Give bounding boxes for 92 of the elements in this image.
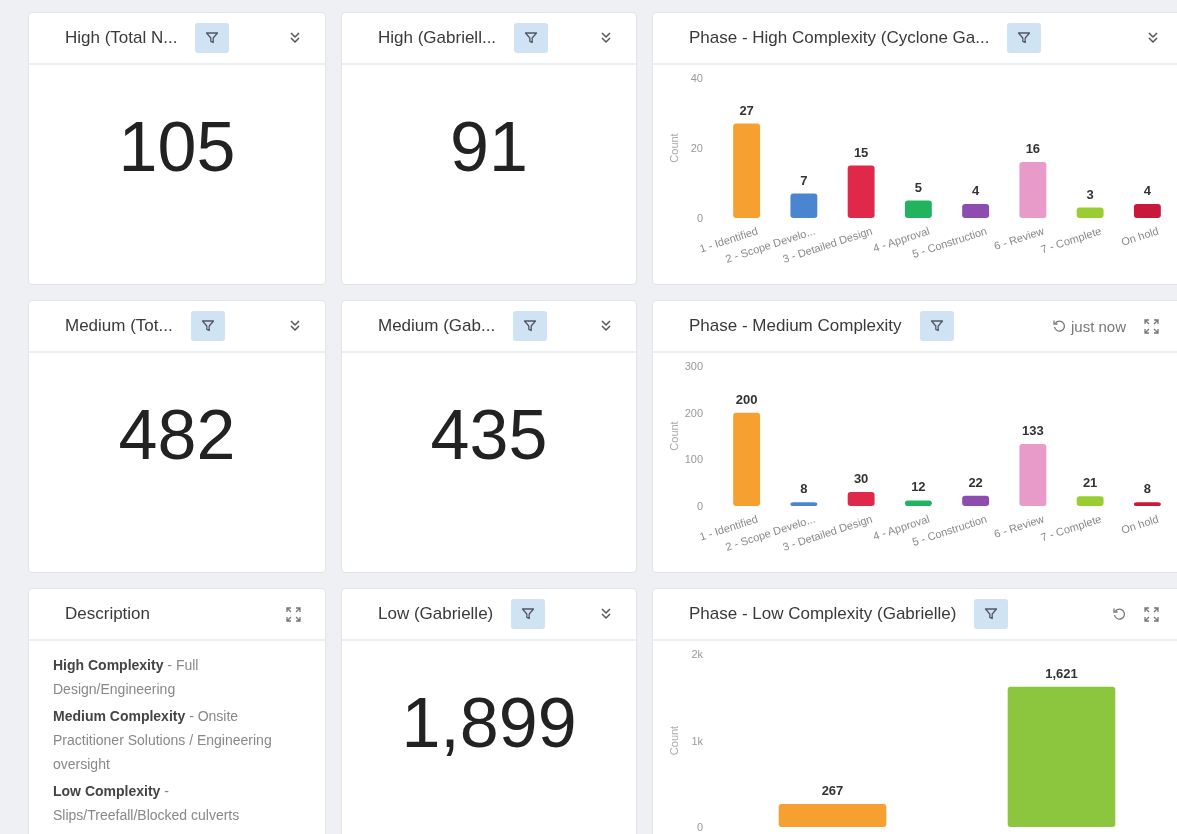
expand-icon	[1144, 606, 1159, 622]
filter-icon	[523, 319, 538, 333]
tile-title: Phase - Medium Complexity	[689, 316, 902, 336]
tile-title: Medium (Gab...	[378, 316, 496, 336]
data-label: 133	[1022, 422, 1044, 438]
tick-label: 0	[696, 500, 703, 512]
bar[interactable]	[790, 193, 818, 218]
data-label: 30	[853, 471, 869, 486]
data-label: 267	[821, 782, 844, 798]
data-label: 16	[1025, 141, 1041, 156]
filter-icon	[524, 31, 539, 45]
data-label: 8	[800, 481, 808, 497]
filter-icon	[200, 319, 215, 333]
bar[interactable]	[962, 204, 990, 218]
filter-button[interactable]	[974, 599, 1009, 629]
data-label: 5	[914, 179, 922, 195]
data-label: 4	[972, 183, 980, 198]
tile-title: Phase - High Complexity (Cyclone Ga...	[689, 28, 990, 48]
tick-label: 1k	[691, 734, 703, 747]
expand-icon	[286, 606, 301, 622]
filter-icon	[521, 607, 536, 621]
bar[interactable]	[962, 495, 990, 506]
double-chevron-icon	[289, 319, 301, 333]
bar[interactable]	[1133, 502, 1161, 506]
double-chevron-icon	[289, 31, 301, 45]
expand-button[interactable]	[1142, 316, 1161, 336]
tile-title: Low (Gabrielle)	[378, 604, 494, 624]
bar[interactable]	[904, 200, 932, 218]
expand-icon	[1144, 318, 1159, 334]
data-label: 200	[735, 391, 758, 407]
refresh-icon	[1112, 607, 1126, 621]
kpi-value: 91	[449, 107, 529, 187]
tick-label: 40	[690, 72, 703, 84]
data-label: 3	[1086, 186, 1094, 202]
double-chevron-icon	[1147, 31, 1159, 45]
tile-title: Medium (Tot...	[65, 316, 173, 336]
filter-icon	[1017, 31, 1032, 45]
kpi-value: 435	[429, 395, 549, 475]
description-text: High Complexity - Full Design/Engineering	[53, 656, 200, 699]
tile-title: Phase - Low Complexity (Gabrielle)	[689, 604, 957, 624]
axis-title: Count	[668, 725, 680, 756]
bar[interactable]	[847, 492, 875, 506]
description-text: Low Complexity - Slips/Treefall/Blocked culverts	[53, 782, 241, 825]
axis-title: Count	[668, 133, 680, 163]
filter-button[interactable]	[1007, 23, 1042, 53]
data-label: 21	[1082, 475, 1098, 491]
tick-label: 0	[696, 821, 703, 833]
bar[interactable]	[847, 165, 875, 218]
tile-title: Description	[65, 604, 151, 624]
tile-title: High (Gabriell...	[378, 28, 497, 48]
bar[interactable]	[904, 500, 932, 506]
data-label: 7	[800, 172, 808, 188]
kpi-value: 105	[117, 107, 237, 187]
filter-icon	[929, 319, 944, 333]
expand-button[interactable]	[1142, 604, 1161, 624]
filter-button[interactable]	[190, 311, 225, 341]
filter-button[interactable]	[513, 311, 548, 341]
data-label: 27	[739, 102, 754, 118]
tick-label: 0	[696, 212, 703, 224]
category-label: On hold	[1119, 224, 1160, 248]
data-label: 22	[968, 474, 983, 490]
tick-label: 100	[684, 453, 703, 466]
data-label: 8	[1143, 481, 1151, 497]
bar[interactable]	[1133, 204, 1161, 218]
data-label: 15	[853, 144, 869, 160]
category-label: On hold	[1119, 512, 1160, 536]
bar[interactable]	[790, 502, 818, 506]
description-text: Medium Complexity - Onsite Practitioner Solutions / Engineering oversight	[53, 707, 273, 774]
double-chevron-icon	[600, 31, 612, 45]
kpi-value: 1,899	[400, 683, 578, 763]
filter-button[interactable]	[511, 599, 546, 629]
filter-icon	[984, 607, 999, 621]
data-label: 1,621	[1045, 665, 1078, 681]
kpi-value: 482	[117, 395, 237, 475]
filter-button[interactable]	[919, 311, 954, 341]
double-chevron-icon	[600, 319, 612, 333]
tick-label: 200	[684, 406, 703, 419]
double-chevron-icon	[600, 607, 612, 621]
tile-title: High (Total N...	[65, 28, 178, 48]
filter-button[interactable]	[195, 23, 230, 53]
data-label: 4	[1143, 183, 1151, 198]
refresh-button[interactable]	[1110, 605, 1128, 623]
filter-button[interactable]	[514, 23, 549, 53]
filter-icon	[205, 31, 220, 45]
refresh-button[interactable]: just now	[1049, 315, 1128, 337]
data-label: 12	[911, 479, 926, 495]
axis-title: Count	[668, 421, 680, 451]
expand-button[interactable]	[284, 604, 303, 624]
tick-label: 300	[684, 360, 703, 372]
tick-label: 20	[690, 142, 703, 154]
refresh-icon	[1051, 319, 1066, 333]
tick-label: 2k	[691, 648, 703, 660]
